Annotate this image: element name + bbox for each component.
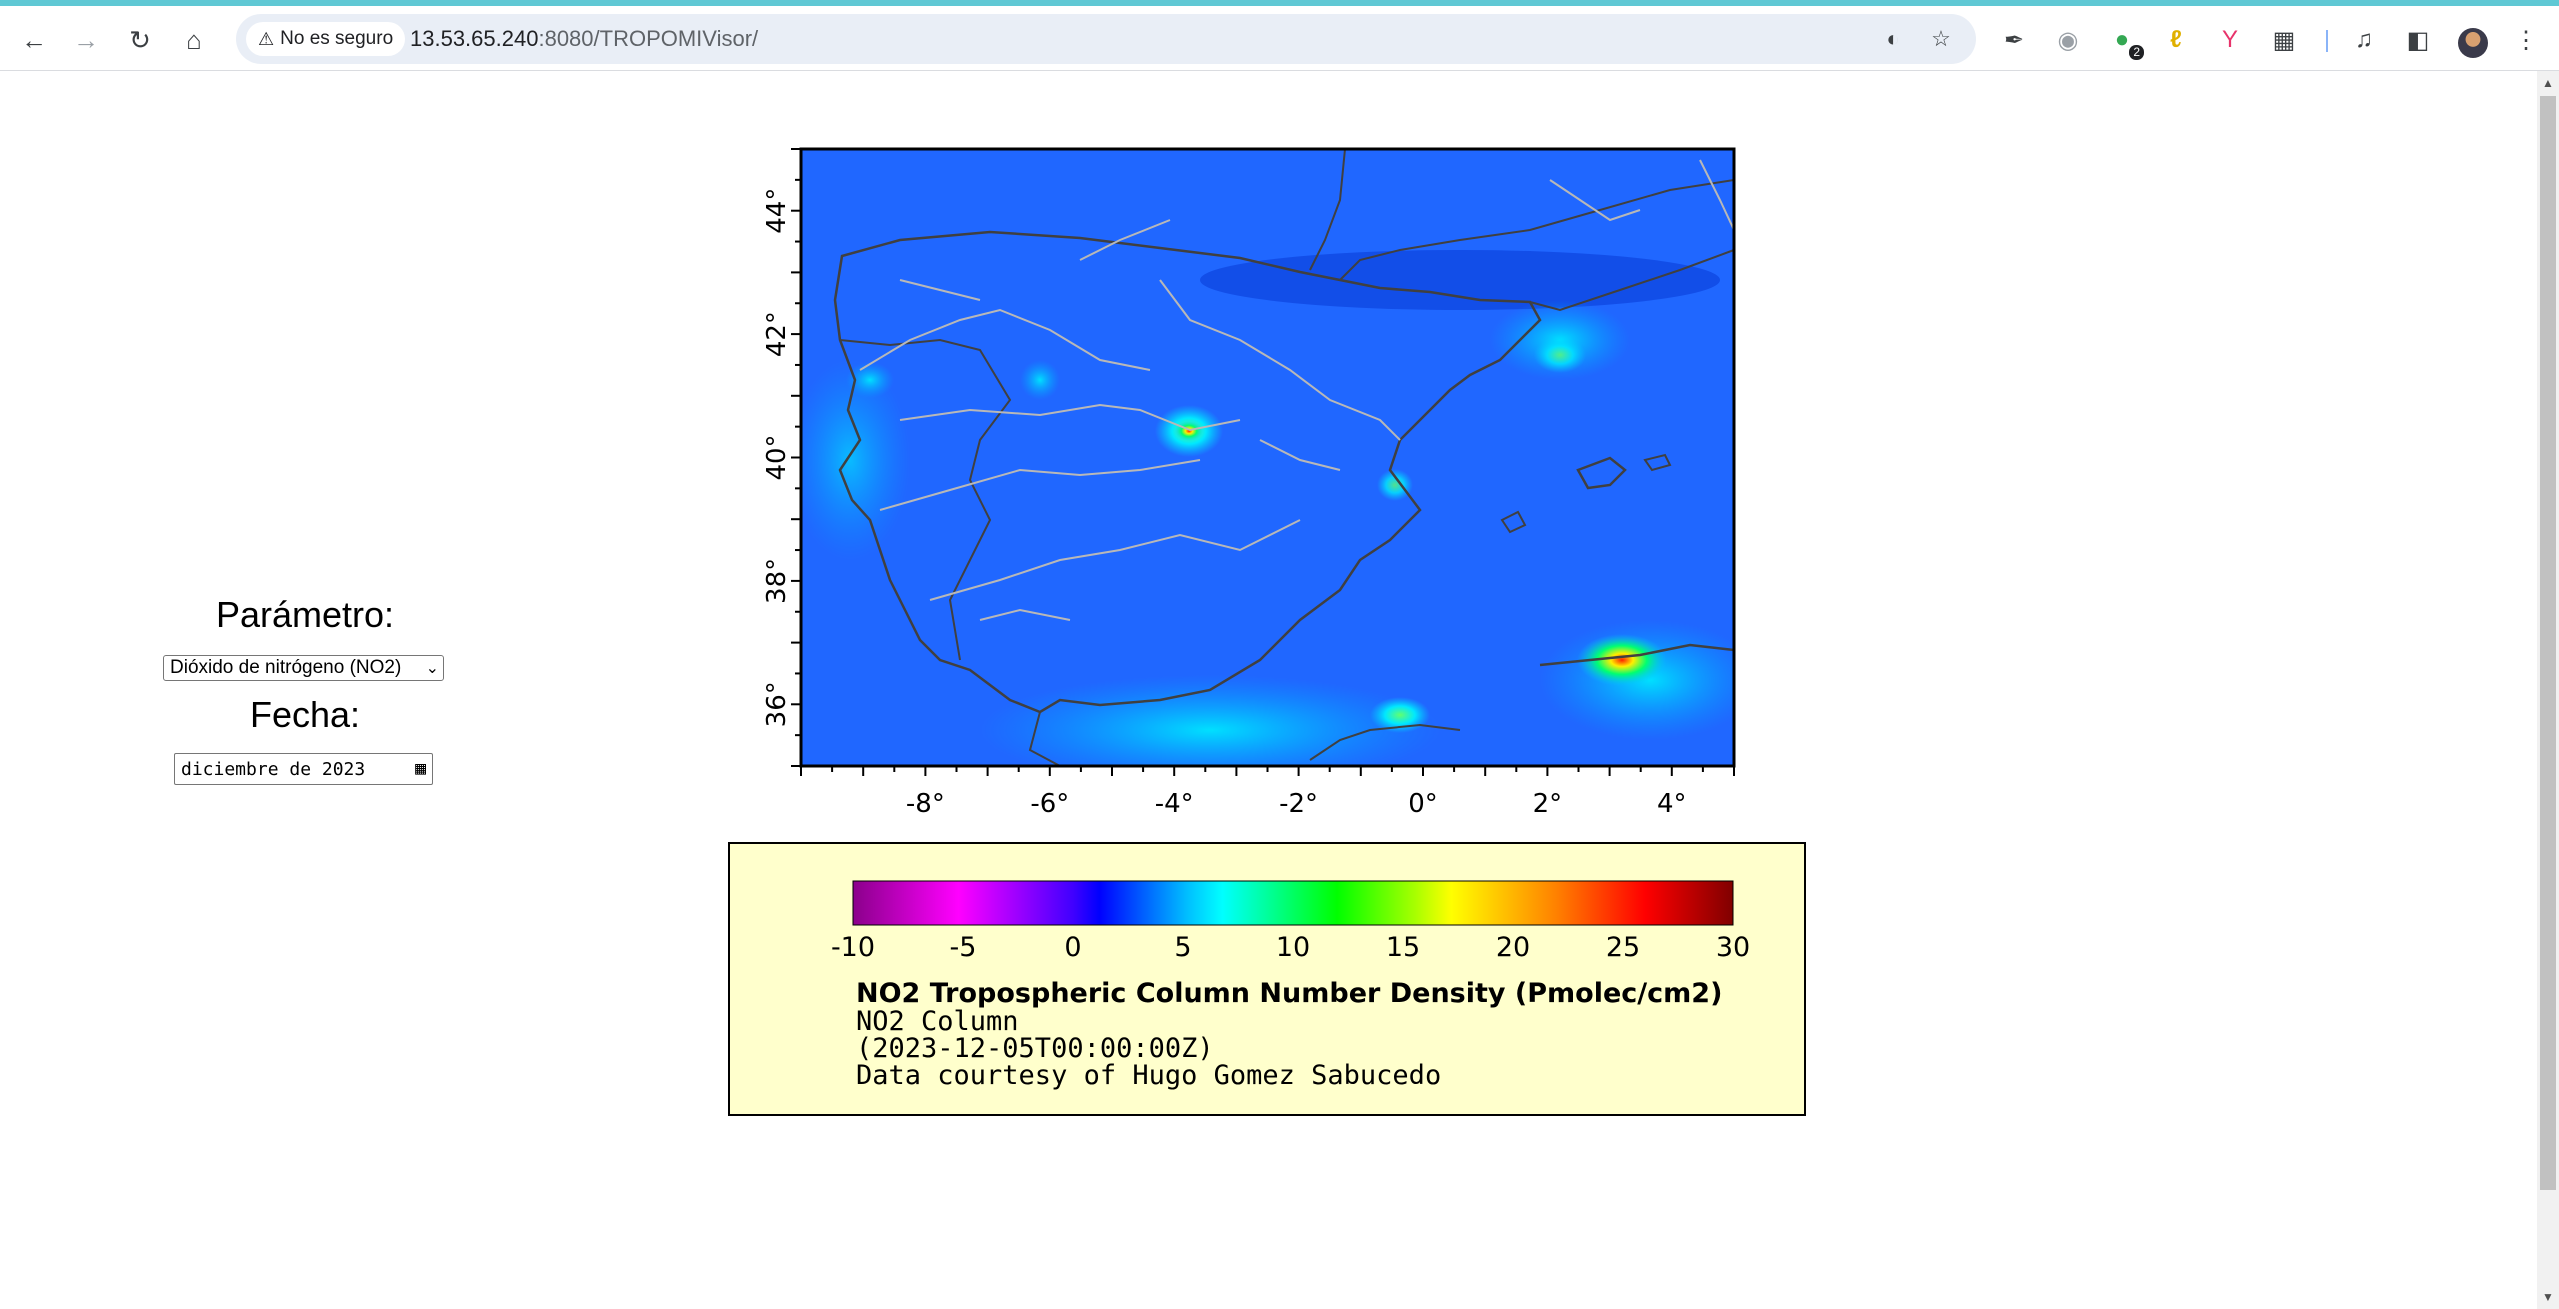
lon-tick-label: -8° [906,789,945,819]
colorbar-tick-label: 0 [1064,932,1081,963]
calendar-icon[interactable]: ▦ [415,758,426,779]
longitude-axis: -8° -6° -4° -2° 0° 2° 4° [800,766,1735,819]
side-panel-icon[interactable]: ◧ [2400,22,2436,58]
legend-credit: Data courtesy of Hugo Gomez Sabucedo [856,1060,1442,1091]
menu-icon[interactable]: ⋮ [2508,22,2544,58]
star-icon[interactable]: ☆ [1926,24,1956,54]
lon-tick-label: -2° [1279,789,1318,819]
extension-icon[interactable]: ● 2 [2104,22,2144,60]
lat-tick-label: 38° [762,558,792,604]
no2-map-figure: 44° 42° 40° 38° 36° -8° -6° -4° -2° 0° 2° 4° [740,140,1760,830]
colorbar-ticks: -10 -5 0 5 10 15 20 25 30 [831,932,1750,963]
forward-icon[interactable]: → [66,20,106,60]
install-app-icon[interactable]: ◐ [1878,24,1908,54]
url-host: 13.53.65.240 [410,26,539,51]
parametro-value: Dióxido de nitrógeno (NO2) [170,657,402,678]
back-icon[interactable]: ← [14,20,54,60]
map-raster [801,149,1734,766]
lat-tick-label: 36° [762,681,792,727]
chevron-down-icon: ⌄ [425,660,439,677]
colorbar-tick-label: 5 [1174,932,1191,963]
lon-tick-label: -6° [1030,789,1069,819]
lon-tick-label: 2° [1533,789,1563,819]
fecha-value: diciembre de 2023 [181,758,366,780]
parametro-label: Parámetro: [215,594,395,635]
security-chip[interactable]: ⚠ No es seguro [246,22,406,56]
scroll-down-icon[interactable]: ▼ [2541,1290,2555,1304]
scroll-up-icon[interactable]: ▲ [2541,76,2555,90]
latitude-axis: 44° 42° 40° 38° 36° [762,148,801,767]
colorbar [852,880,1734,926]
lon-tick-label: -4° [1155,789,1194,819]
lat-tick-label: 44° [762,188,792,234]
lon-tick-label: 0° [1408,789,1438,819]
extension-badge: 2 [2129,45,2144,60]
browser-toolbar: ← → ↻ ⌂ ⚠ No es seguro 13.53.65.240:8080… [0,6,2559,71]
address-bar[interactable]: ⚠ No es seguro 13.53.65.240:8080/TROPOMI… [236,14,1976,64]
lat-tick-label: 42° [762,311,792,357]
colorbar-tick-label: 30 [1716,932,1750,963]
fecha-label: Fecha: [249,694,361,735]
camera-icon[interactable]: ◉ [2050,22,2086,58]
reload-icon[interactable]: ↻ [120,20,160,60]
colorbar-tick-label: -10 [831,932,875,963]
legend-panel: -10 -5 0 5 10 15 20 25 30 NO2 Tropospheric Colum… [728,842,1806,1116]
home-icon[interactable]: ⌂ [174,20,214,60]
lon-tick-label: 4° [1657,789,1687,819]
security-label: No es seguro [280,28,394,49]
url-path: :8080/TROPOMIVisor/ [538,26,759,51]
legend-title: NO2 Tropospheric Column Number Density (… [856,978,1723,1009]
warning-icon: ⚠ [258,28,275,49]
colorbar-tick-label: 20 [1496,932,1530,963]
scrollbar-thumb[interactable] [2540,96,2556,1190]
profile-avatar[interactable] [2458,28,2488,58]
bookmark-ext-icon[interactable]: ℓ [2158,22,2194,58]
colorbar-tick-label: -5 [950,932,977,963]
colorbar-tick-label: 10 [1276,932,1310,963]
puzzle-icon[interactable]: ▦ [2266,22,2302,58]
url-text[interactable]: 13.53.65.240:8080/TROPOMIVisor/ [410,26,758,52]
toolbar-divider [2326,30,2328,52]
lat-tick-label: 40° [762,434,792,480]
eyedropper-icon[interactable]: ✒ [1996,22,2032,58]
map-svg: 44° 42° 40° 38° 36° -8° -6° -4° -2° 0° 2° 4° [762,147,1736,819]
fecha-input[interactable]: diciembre de 2023 ▦ [174,753,433,785]
parametro-select[interactable]: Dióxido de nitrógeno (NO2) ⌄ [163,655,444,681]
media-icon[interactable]: ♫ [2346,22,2382,58]
y-ext-icon[interactable]: Y [2212,22,2248,58]
colorbar-tick-label: 15 [1386,932,1420,963]
colorbar-tick-label: 25 [1606,932,1640,963]
